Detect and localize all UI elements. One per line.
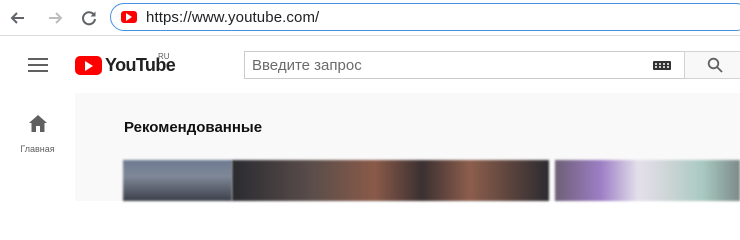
- toolbar-divider: [0, 35, 740, 36]
- back-arrow-icon: [10, 12, 24, 24]
- back-button[interactable]: [6, 7, 28, 29]
- forward-button[interactable]: [45, 7, 67, 29]
- browser-toolbar: https://www.youtube.com/: [0, 0, 740, 36]
- guide-sidebar: Главная: [0, 93, 75, 201]
- youtube-masthead: YouTube RU: [0, 37, 740, 93]
- search-button[interactable]: [684, 51, 740, 79]
- section-title: Рекомендованные: [124, 119, 263, 136]
- youtube-favicon: [121, 11, 137, 23]
- forward-arrow-icon: [49, 12, 63, 24]
- video-thumbnail[interactable]: [232, 160, 549, 201]
- video-thumbnail[interactable]: [555, 160, 740, 201]
- search-box[interactable]: [244, 51, 685, 79]
- address-bar[interactable]: https://www.youtube.com/: [110, 3, 740, 31]
- video-thumbnail[interactable]: [123, 160, 232, 201]
- reload-icon: [82, 11, 96, 26]
- guide-item-home[interactable]: Главная: [0, 113, 75, 163]
- search-icon: [707, 57, 723, 73]
- hamburger-menu-icon[interactable]: [28, 57, 48, 73]
- search-input[interactable]: [245, 52, 652, 78]
- url-text: https://www.youtube.com/: [146, 9, 320, 26]
- keyboard-icon[interactable]: [653, 61, 671, 70]
- home-icon: [29, 115, 47, 132]
- region-code: RU: [158, 52, 170, 61]
- guide-item-label: Главная: [20, 144, 55, 154]
- reload-button[interactable]: [78, 7, 100, 29]
- main-content: Рекомендованные: [75, 93, 740, 201]
- youtube-play-icon: [75, 56, 102, 75]
